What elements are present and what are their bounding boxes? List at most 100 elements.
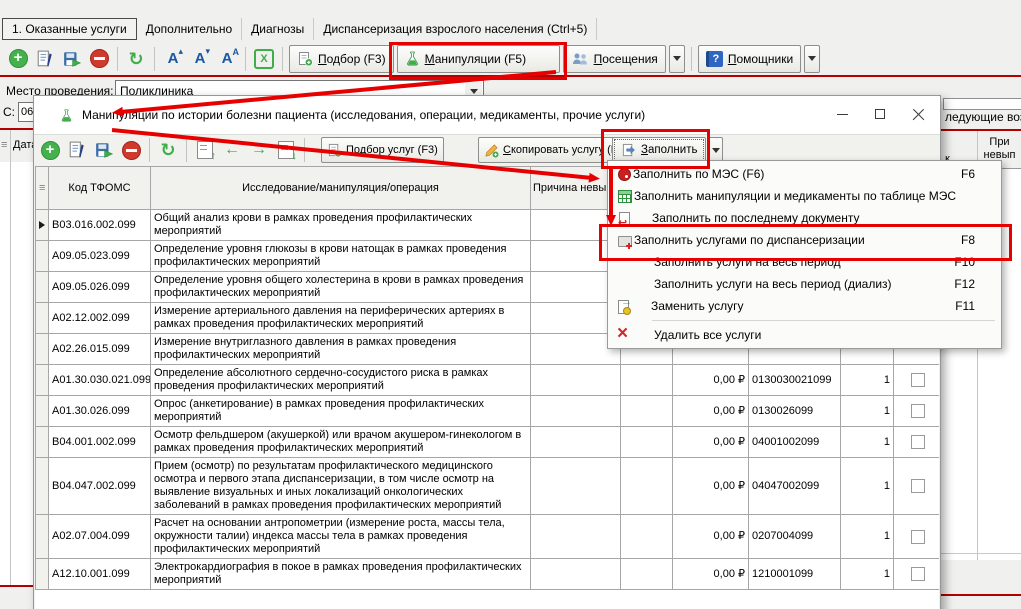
service-code-cell: B03.016.002.099 xyxy=(49,210,151,241)
refresh-button[interactable] xyxy=(124,47,148,71)
delete-button[interactable] xyxy=(87,47,111,71)
close-button[interactable] xyxy=(902,101,934,127)
row-marker-cell xyxy=(36,396,49,427)
extra-cell xyxy=(621,365,673,396)
menu-item[interactable]: Заменить услугу F11 xyxy=(608,295,1001,317)
font-decrease-button[interactable]: A xyxy=(188,47,212,71)
edit-service-button[interactable] xyxy=(65,138,89,162)
helpers-dropdown-button[interactable] xyxy=(804,45,820,73)
minimize-button[interactable] xyxy=(826,101,858,127)
row-checkbox[interactable] xyxy=(911,530,925,544)
menu-item-icon xyxy=(616,327,632,343)
menu-item[interactable]: Удалить все услуги xyxy=(608,324,1001,346)
row-marker-cell xyxy=(36,427,49,458)
tab[interactable]: 1. Оказанные услуги xyxy=(2,18,137,40)
previous-record-button[interactable]: ← xyxy=(220,138,244,162)
reason-cell xyxy=(531,515,621,559)
table-row[interactable]: A01.30.026.099 Опрос (анкетирование) в р… xyxy=(36,396,940,427)
checkbox-cell xyxy=(894,427,940,458)
menu-item-label: Заполнить по последнему документу xyxy=(652,211,963,225)
edit-button[interactable] xyxy=(33,47,57,71)
minus-icon xyxy=(122,141,141,160)
first-record-button[interactable] xyxy=(193,138,217,162)
dialog-titlebar[interactable]: Манипуляции по истории болезни пациента … xyxy=(34,96,940,134)
menu-item[interactable]: Заполнить услуги на весь период (диализ)… xyxy=(608,273,1001,295)
field-fragment xyxy=(943,98,1021,110)
column-header-fragment: При невып xyxy=(978,136,1021,162)
visits-button[interactable]: Посещения xyxy=(563,45,666,73)
sheet-plus-icon xyxy=(297,51,313,67)
last-record-button[interactable] xyxy=(274,138,298,162)
row-marker-cell xyxy=(36,458,49,515)
fill-sheet-icon xyxy=(621,143,636,158)
left-arrow-icon: ← xyxy=(224,142,240,158)
add-service-button[interactable] xyxy=(38,138,62,162)
fill-dropdown-menu: Заполнить по МЭС (F6) F6 Заполнить манип… xyxy=(607,160,1002,349)
maximize-button[interactable] xyxy=(864,101,896,127)
manipulations-button[interactable]: Манипуляции (F5) xyxy=(397,45,560,73)
add-button[interactable] xyxy=(6,47,30,71)
menu-item[interactable]: Заполнить услуги на весь период F10 xyxy=(608,251,1001,273)
menu-item-label: Заполнить по МЭС (F6) xyxy=(633,167,949,181)
extra-cell xyxy=(621,515,673,559)
list-icon xyxy=(1,139,7,151)
helpers-button[interactable]: Помощники xyxy=(698,45,801,73)
font-increase-button[interactable]: A xyxy=(161,47,185,71)
refresh-icon xyxy=(160,141,175,159)
table-row[interactable]: A12.10.001.099 Электрокардиография в пок… xyxy=(36,559,940,590)
menu-item[interactable]: Заполнить по последнему документу xyxy=(608,207,1001,229)
column-header-name[interactable]: Исследование/манипуляция/операция xyxy=(151,167,531,210)
row-checkbox[interactable] xyxy=(911,373,925,387)
table-row[interactable]: A01.30.030.021.099 Определение абсолютно… xyxy=(36,365,940,396)
right-arrow-icon: → xyxy=(251,142,267,158)
edit-document-icon xyxy=(36,50,54,68)
main-grid-body-fragment xyxy=(0,162,33,585)
row-marker-cell xyxy=(36,365,49,396)
font-size-button[interactable]: A xyxy=(215,47,239,71)
tab[interactable]: Дополнительно xyxy=(137,18,242,40)
podbor-button[interactable]: Подбор (F3) xyxy=(289,45,394,73)
save-service-button[interactable] xyxy=(92,138,116,162)
reason-cell xyxy=(531,559,621,590)
excel-export-button[interactable]: X xyxy=(252,47,276,71)
column-header-code[interactable]: Код ТФОМС xyxy=(49,167,151,210)
toolbar-separator xyxy=(691,47,692,71)
tab[interactable]: Диагнозы xyxy=(242,18,314,40)
row-checkbox[interactable] xyxy=(911,479,925,493)
toolbar-separator xyxy=(304,138,305,162)
refresh-list-button[interactable] xyxy=(156,138,180,162)
toolbar-separator xyxy=(186,138,187,162)
tab-label: 1. Оказанные услуги xyxy=(12,22,127,36)
table-row[interactable]: B04.047.002.099 Прием (осмотр) по резуль… xyxy=(36,458,940,515)
menu-item[interactable]: Заполнить по МЭС (F6) F6 xyxy=(608,163,1001,185)
tab[interactable]: Диспансеризация взрослого населения (Ctr… xyxy=(314,18,597,40)
menu-item-shortcut: F11 xyxy=(955,299,975,313)
manipulations-label: Манипуляции (F5) xyxy=(425,52,527,66)
row-checkbox[interactable] xyxy=(911,435,925,449)
delete-service-button[interactable] xyxy=(119,138,143,162)
save-button[interactable] xyxy=(60,47,84,71)
extra-cell xyxy=(621,559,673,590)
menu-item-shortcut: F6 xyxy=(961,167,975,181)
table-row[interactable]: A02.07.004.099 Расчет на основании антро… xyxy=(36,515,940,559)
next-record-button[interactable]: → xyxy=(247,138,271,162)
menu-item[interactable]: Заполнить услугами по диспансеризации F8 xyxy=(608,229,1001,251)
service-name-cell: Осмотр фельдшером (акушеркой) или врачом… xyxy=(151,427,531,458)
service-code-cell: A02.26.015.099 xyxy=(49,334,151,365)
minus-icon xyxy=(90,49,109,68)
tfoms-code-cell: 0207004099 xyxy=(749,515,841,559)
row-marker-cell xyxy=(36,303,49,334)
service-name-cell: Определение абсолютного сердечно-сосудис… xyxy=(151,365,531,396)
menu-item[interactable]: Заполнить манипуляции и медикаменты по т… xyxy=(608,185,1001,207)
corner-cell[interactable] xyxy=(36,167,49,210)
price-cell: 0,00 ₽ xyxy=(673,396,749,427)
service-name-cell: Прием (осмотр) по результатам профилакти… xyxy=(151,458,531,515)
quantity-cell: 1 xyxy=(841,458,894,515)
row-checkbox[interactable] xyxy=(911,404,925,418)
window-background xyxy=(0,587,33,609)
visits-dropdown-button[interactable] xyxy=(669,45,685,73)
row-checkbox[interactable] xyxy=(911,567,925,581)
table-row[interactable]: B04.001.002.099 Осмотр фельдшером (акуше… xyxy=(36,427,940,458)
service-name-cell: Электрокардиография в покое в рамках про… xyxy=(151,559,531,590)
podbor-services-button[interactable]: Подбор услуг (F3) xyxy=(321,137,444,163)
